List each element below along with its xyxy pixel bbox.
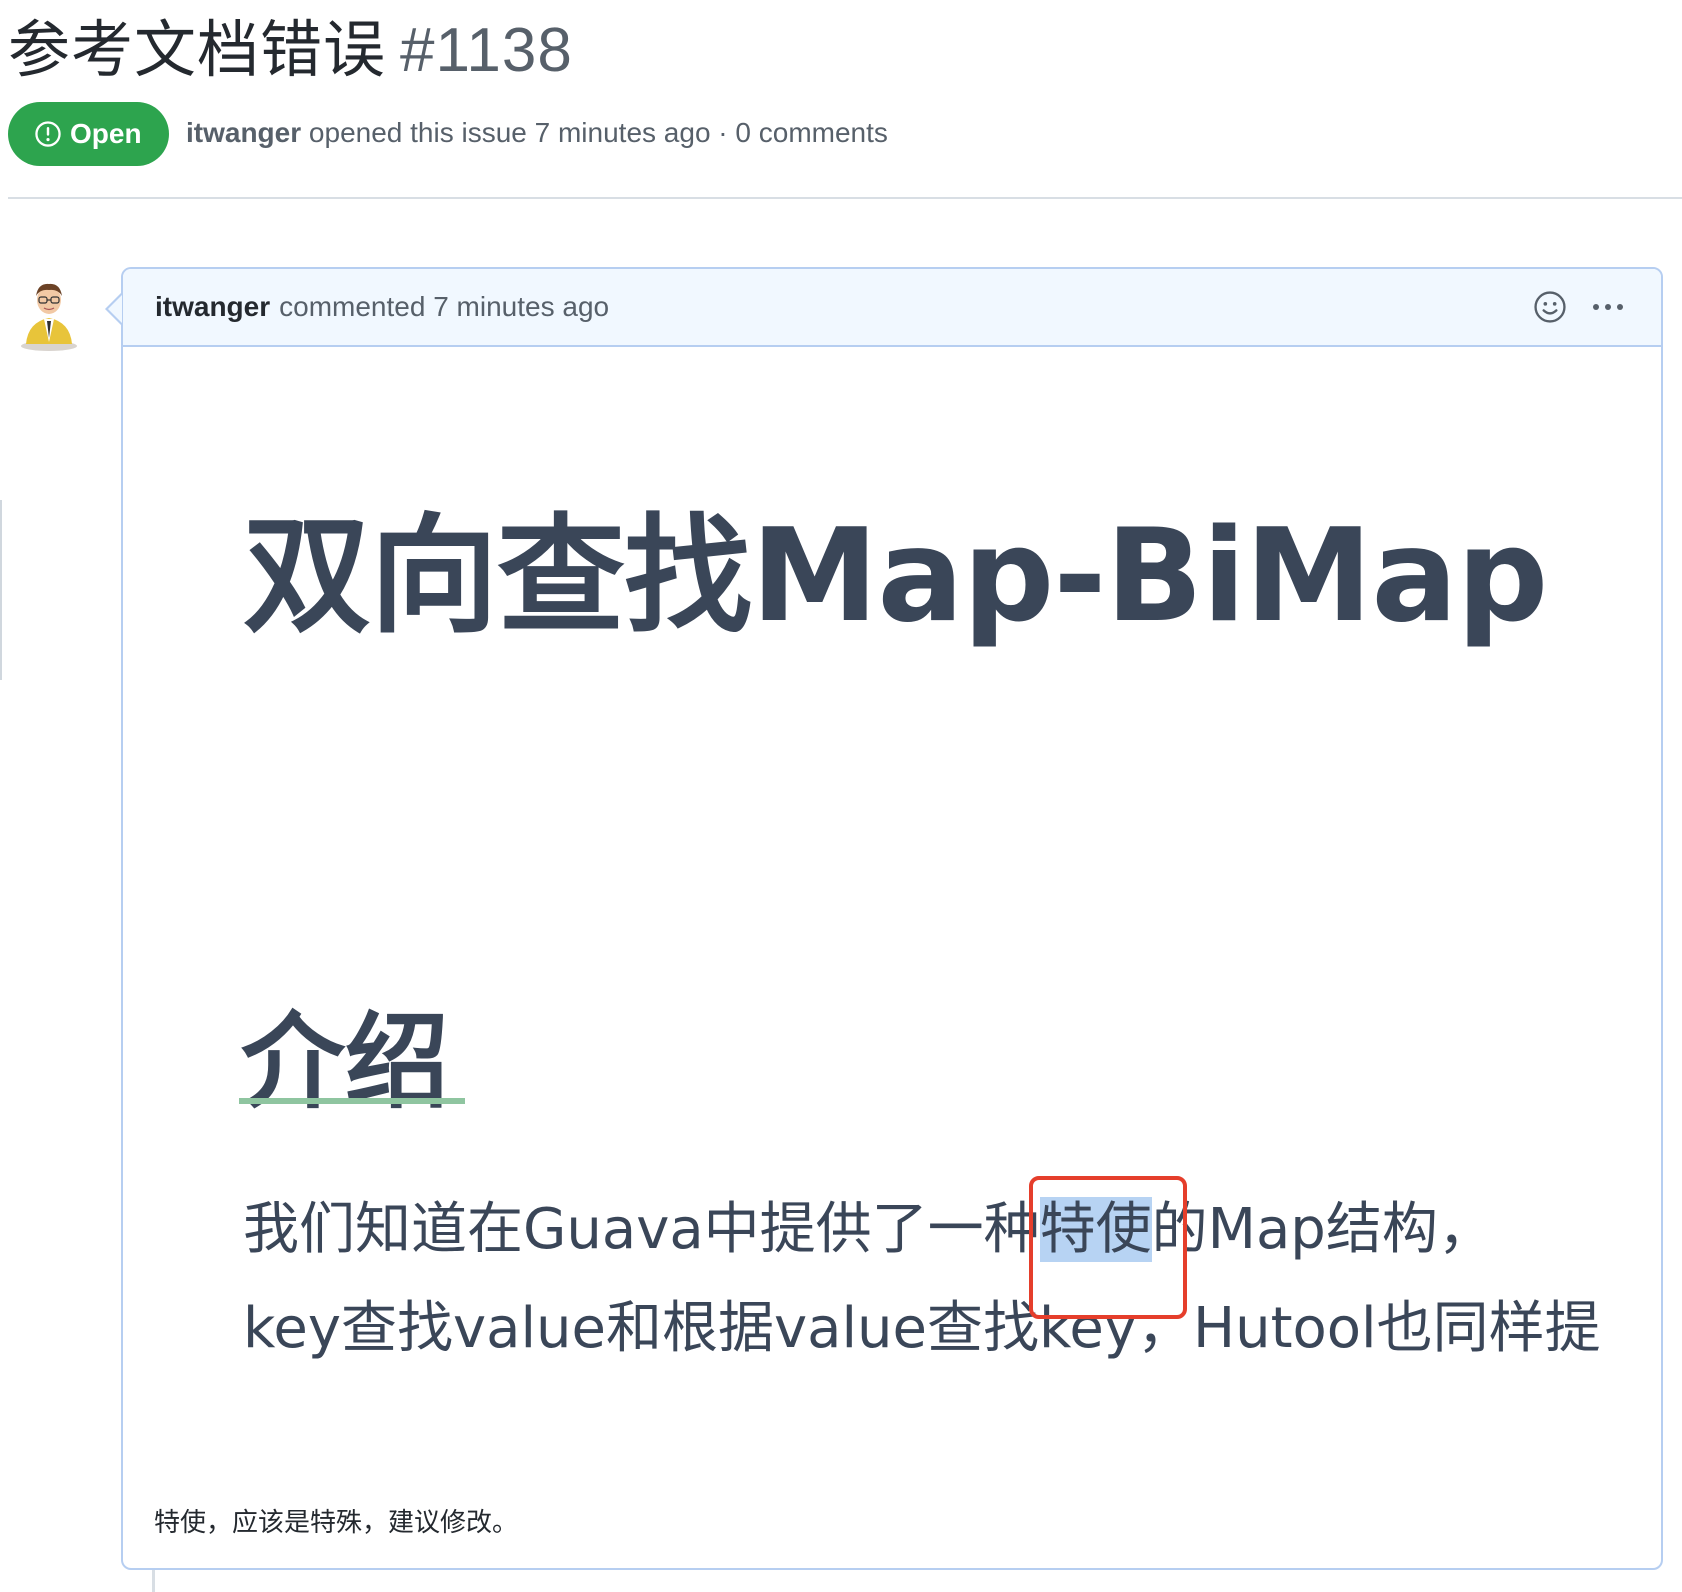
comment-actions bbox=[1533, 269, 1623, 345]
issue-title: 参考文档错误 #1138 bbox=[8, 10, 573, 91]
issue-number: #1138 bbox=[400, 16, 573, 85]
comment-arrow-fill bbox=[108, 295, 122, 323]
comment-box: itwanger commented 7 minutes ago 双向查找Map… bbox=[121, 267, 1663, 1570]
screenshot-heading: 介绍 bbox=[241, 1001, 450, 1123]
avatar[interactable] bbox=[14, 272, 84, 352]
issue-state-label: Open bbox=[70, 118, 142, 149]
left-edge-scroll-indicator bbox=[0, 500, 2, 680]
screenshot-line-1-end: 的Map结构， bbox=[1151, 1197, 1494, 1262]
screenshot-title: 双向查找Map-BiMap bbox=[243, 502, 1548, 651]
comment-body: 双向查找Map-BiMap 介绍 我们知道在Guava中提供了一种特使的Map结… bbox=[123, 347, 1661, 1568]
issue-meta: itwanger opened this issue 7 minutes ago… bbox=[186, 117, 888, 149]
issue-opened-icon bbox=[34, 120, 62, 148]
header-divider bbox=[8, 197, 1682, 199]
screenshot-heading-underline bbox=[239, 1098, 465, 1104]
issue-title-text: 参考文档错误 bbox=[8, 13, 387, 86]
screenshot-line-1: 我们知道在Guava中提供了一种特使的Map结构， bbox=[243, 1185, 1494, 1275]
timeline-line bbox=[152, 1570, 155, 1592]
comment-timestamp: commented 7 minutes ago bbox=[279, 291, 610, 322]
issue-state-badge: Open bbox=[8, 102, 169, 166]
screenshot-line-1-start: 我们知道在Guava中提供了一种 bbox=[243, 1197, 1040, 1262]
comment-author-link[interactable]: itwanger bbox=[155, 291, 270, 323]
issue-author-link[interactable]: itwanger bbox=[186, 117, 301, 148]
comment-header: itwanger commented 7 minutes ago bbox=[123, 269, 1661, 347]
issue-meta-text: opened this issue 7 minutes ago · 0 comm… bbox=[308, 117, 888, 148]
annotation-box bbox=[1029, 1176, 1187, 1319]
screenshot-line-2: key查找value和根据value查找key，Hutool也同样提 bbox=[243, 1296, 1601, 1361]
smiley-icon[interactable] bbox=[1533, 290, 1567, 324]
comment-text: 特使，应该是特殊，建议修改。 bbox=[154, 1508, 519, 1538]
kebab-horizontal-icon[interactable] bbox=[1593, 304, 1623, 310]
